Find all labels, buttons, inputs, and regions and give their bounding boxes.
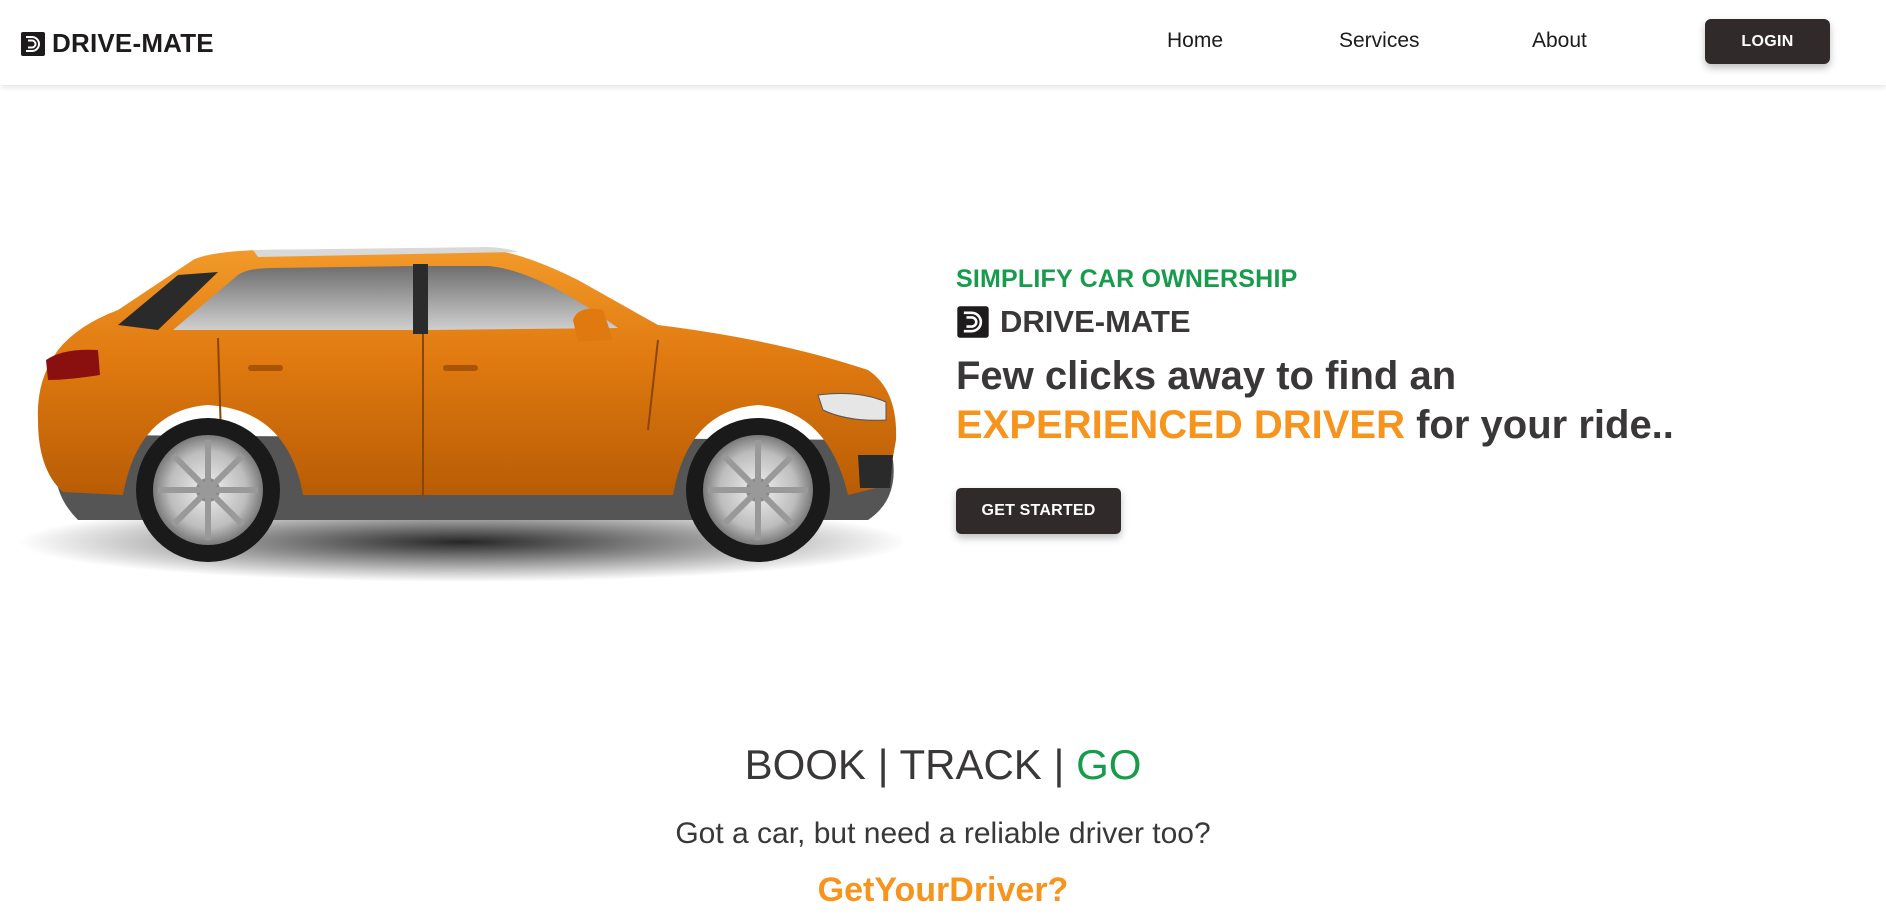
hero-tagline: SIMPLIFY CAR OWNERSHIP bbox=[956, 265, 1298, 293]
section-heading: BOOK | TRACK | GO bbox=[0, 740, 1886, 790]
get-your-driver-link[interactable]: GetYourDriver? bbox=[0, 870, 1886, 910]
brand-name: DRIVE-MATE bbox=[52, 28, 214, 58]
nav-about-link[interactable]: About bbox=[1532, 29, 1587, 53]
hero-headline: Few clicks away to find an EXPERIENCED D… bbox=[956, 352, 1856, 450]
heading-go: GO bbox=[1076, 741, 1142, 788]
hero-text-block: SIMPLIFY CAR OWNERSHIP DRIVE-MATE Few cl… bbox=[956, 265, 1856, 534]
section-question: Got a car, but need a reliable driver to… bbox=[675, 817, 1211, 850]
brand-logo-link[interactable]: DRIVE-MATE bbox=[20, 28, 214, 59]
hero-brand: DRIVE-MATE bbox=[956, 304, 1856, 340]
headline-highlight: EXPERIENCED DRIVER bbox=[956, 403, 1405, 447]
headline-rest: for your ride.. bbox=[1404, 403, 1674, 447]
heading-separator: | bbox=[865, 741, 900, 788]
drive-mate-logo-icon bbox=[957, 306, 989, 338]
heading-track: TRACK bbox=[899, 741, 1042, 788]
hero-car-image bbox=[18, 230, 908, 590]
navbar: DRIVE-MATE Home Services About LOGIN bbox=[0, 0, 1886, 85]
orange-suv-image bbox=[18, 247, 908, 582]
book-track-go-section: BOOK | TRACK | GO Got a car, but need a … bbox=[0, 740, 1886, 910]
login-button[interactable]: LOGIN bbox=[1705, 19, 1830, 64]
heading-separator: | bbox=[1041, 741, 1077, 788]
get-started-button[interactable]: GET STARTED bbox=[956, 488, 1121, 534]
nav-services-link[interactable]: Services bbox=[1339, 29, 1420, 53]
headline-line1: Few clicks away to find an bbox=[956, 354, 1457, 398]
drive-mate-logo-icon bbox=[21, 31, 45, 56]
hero-brand-name: DRIVE-MATE bbox=[1000, 304, 1191, 339]
heading-book: BOOK bbox=[744, 741, 866, 788]
nav-home-link[interactable]: Home bbox=[1167, 29, 1223, 53]
